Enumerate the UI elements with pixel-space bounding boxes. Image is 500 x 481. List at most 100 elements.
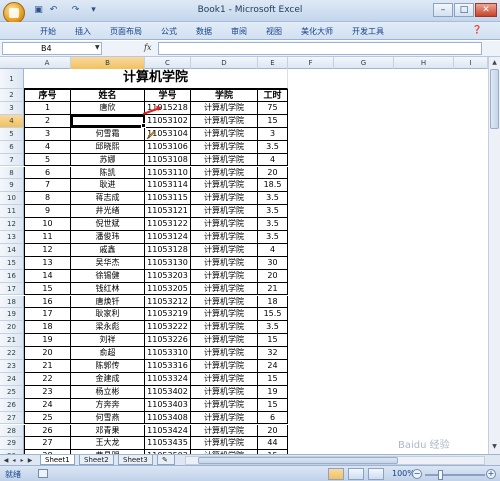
cell-student-no[interactable]: 11053124 <box>145 231 191 244</box>
cell-id[interactable]: 14 <box>24 269 71 283</box>
cell-id[interactable]: 7 <box>24 179 71 193</box>
cell-name[interactable]: 潘俊玮 <box>71 231 145 244</box>
cell-hours[interactable]: 3 <box>258 127 288 141</box>
sheet-tab-sheet2[interactable]: Sheet2 <box>79 455 114 465</box>
cell-id[interactable]: 15 <box>24 282 71 296</box>
row-header[interactable]: 14 <box>0 243 24 257</box>
worksheet-grid[interactable]: 1 计算机学院 2 序号 姓名 学号 学院 工时 3 1 唐欣 11015218 计算机… <box>0 69 488 454</box>
cell-id[interactable]: 1 <box>24 102 71 115</box>
scroll-down-arrow-icon[interactable]: ▼ <box>490 442 499 452</box>
cell-student-no[interactable]: 11053130 <box>145 256 191 270</box>
cell-student-no[interactable]: 11053219 <box>145 308 191 322</box>
cell-college[interactable]: 计算机学院 <box>191 308 258 322</box>
row-header[interactable]: 21 <box>0 334 24 348</box>
cell-hours[interactable]: 3.5 <box>258 231 288 244</box>
cell-hours[interactable]: 18 <box>258 295 288 309</box>
cell-name[interactable]: 钱红林 <box>71 282 145 296</box>
cell-id[interactable]: 4 <box>24 140 71 154</box>
cell-student-no[interactable]: 11053403 <box>145 398 191 412</box>
cell-id[interactable]: 25 <box>24 411 71 425</box>
cell-hours[interactable]: 19 <box>258 385 288 399</box>
column-header-e[interactable]: E <box>258 57 288 69</box>
fill-handle[interactable] <box>141 123 146 128</box>
cell-student-no[interactable]: 11053408 <box>145 411 191 425</box>
name-box[interactable]: B4 <box>2 42 102 55</box>
cell-student-no[interactable]: 11053424 <box>145 424 191 438</box>
cell-student-no[interactable]: 11053108 <box>145 153 191 167</box>
cell-hours[interactable]: 21 <box>258 282 288 296</box>
cell-hours[interactable]: 3.5 <box>258 218 288 231</box>
minimize-button[interactable]: – <box>433 3 453 17</box>
row-header[interactable]: 27 <box>0 411 24 425</box>
cell-name[interactable]: 方奔奔 <box>71 398 145 412</box>
cell-student-no[interactable]: 11053310 <box>145 347 191 360</box>
cell-hours[interactable]: 44 <box>258 437 288 451</box>
tab-developer[interactable]: 开发工具 <box>352 26 384 37</box>
cell-student-no[interactable]: 11053114 <box>145 179 191 193</box>
cell-id[interactable]: 2 <box>24 114 71 128</box>
row-header[interactable]: 11 <box>0 205 24 219</box>
cell-id[interactable]: 21 <box>24 360 71 373</box>
scroll-up-arrow-icon[interactable]: ▲ <box>490 58 499 68</box>
page-layout-view-button[interactable] <box>348 468 364 480</box>
last-sheet-icon[interactable]: ▶ <box>26 456 34 465</box>
row-header[interactable]: 28 <box>0 424 24 438</box>
sheet-tab-sheet1[interactable]: Sheet1 <box>40 455 75 465</box>
cell-id[interactable]: 17 <box>24 308 71 322</box>
zoom-out-button[interactable]: − <box>412 469 422 479</box>
header-cell-student-no[interactable]: 学号 <box>145 89 191 102</box>
row-header[interactable]: 17 <box>0 282 24 296</box>
cell-college[interactable]: 计算机学院 <box>191 205 258 219</box>
cell-student-no[interactable]: 11053122 <box>145 218 191 231</box>
row-header[interactable]: 26 <box>0 398 24 412</box>
row-header[interactable]: 16 <box>0 269 24 283</box>
tab-review[interactable]: 审阅 <box>231 26 247 37</box>
cell-name[interactable] <box>71 114 145 128</box>
cell-college[interactable]: 计算机学院 <box>191 372 258 386</box>
cell-id[interactable]: 20 <box>24 347 71 360</box>
cell-hours[interactable]: 15 <box>258 372 288 386</box>
first-sheet-icon[interactable]: ◀ <box>2 456 10 465</box>
cell-name[interactable]: 井光绪 <box>71 205 145 219</box>
tab-home[interactable]: 开始 <box>40 26 56 37</box>
cell-student-no[interactable]: 11053121 <box>145 205 191 219</box>
row-header[interactable]: 4 <box>0 114 24 128</box>
cell-name[interactable]: 何雪霜 <box>71 127 145 141</box>
cell-college[interactable]: 计算机学院 <box>191 166 258 180</box>
cell-student-no[interactable]: 11053110 <box>145 166 191 180</box>
cell-hours[interactable]: 18.5 <box>258 179 288 193</box>
cell-college[interactable]: 计算机学院 <box>191 153 258 167</box>
name-box-dropdown-icon[interactable]: ▼ <box>95 44 100 51</box>
cell-hours[interactable]: 20 <box>258 269 288 283</box>
cell-student-no[interactable]: 11053435 <box>145 437 191 451</box>
cell-college[interactable]: 计算机学院 <box>191 192 258 206</box>
close-button[interactable]: ✕ <box>475 3 497 17</box>
row-header[interactable]: 7 <box>0 153 24 167</box>
cell-name[interactable]: 邓青果 <box>71 424 145 438</box>
cell-hours[interactable]: 15.5 <box>258 308 288 322</box>
cell-college[interactable]: 计算机学院 <box>191 102 258 115</box>
cell-id[interactable]: 11 <box>24 231 71 244</box>
row-header[interactable]: 12 <box>0 218 24 231</box>
cell-id[interactable]: 23 <box>24 385 71 399</box>
cell-college[interactable]: 计算机学院 <box>191 347 258 360</box>
cell-student-no[interactable]: 11053128 <box>145 243 191 257</box>
cell-hours[interactable]: 3.5 <box>258 140 288 154</box>
cell-student-no[interactable]: 11053226 <box>145 334 191 348</box>
help-icon[interactable]: ❓ <box>472 25 482 34</box>
cell-college[interactable]: 计算机学院 <box>191 321 258 335</box>
row-header[interactable]: 9 <box>0 179 24 193</box>
cell-student-no[interactable]: 11053222 <box>145 321 191 335</box>
column-header-d[interactable]: D <box>191 57 258 69</box>
macro-record-icon[interactable] <box>38 469 48 478</box>
cell-name[interactable]: 杨立彬 <box>71 385 145 399</box>
row-header[interactable]: 8 <box>0 166 24 180</box>
cell-college[interactable]: 计算机学院 <box>191 385 258 399</box>
row-header[interactable]: 23 <box>0 360 24 373</box>
cell-student-no[interactable]: 11053324 <box>145 372 191 386</box>
sheet-tab-sheet3[interactable]: Sheet3 <box>118 455 153 465</box>
row-header[interactable]: 19 <box>0 308 24 322</box>
cell-hours[interactable]: 20 <box>258 166 288 180</box>
cell-college[interactable]: 计算机学院 <box>191 437 258 451</box>
cell-student-no[interactable]: 11053205 <box>145 282 191 296</box>
